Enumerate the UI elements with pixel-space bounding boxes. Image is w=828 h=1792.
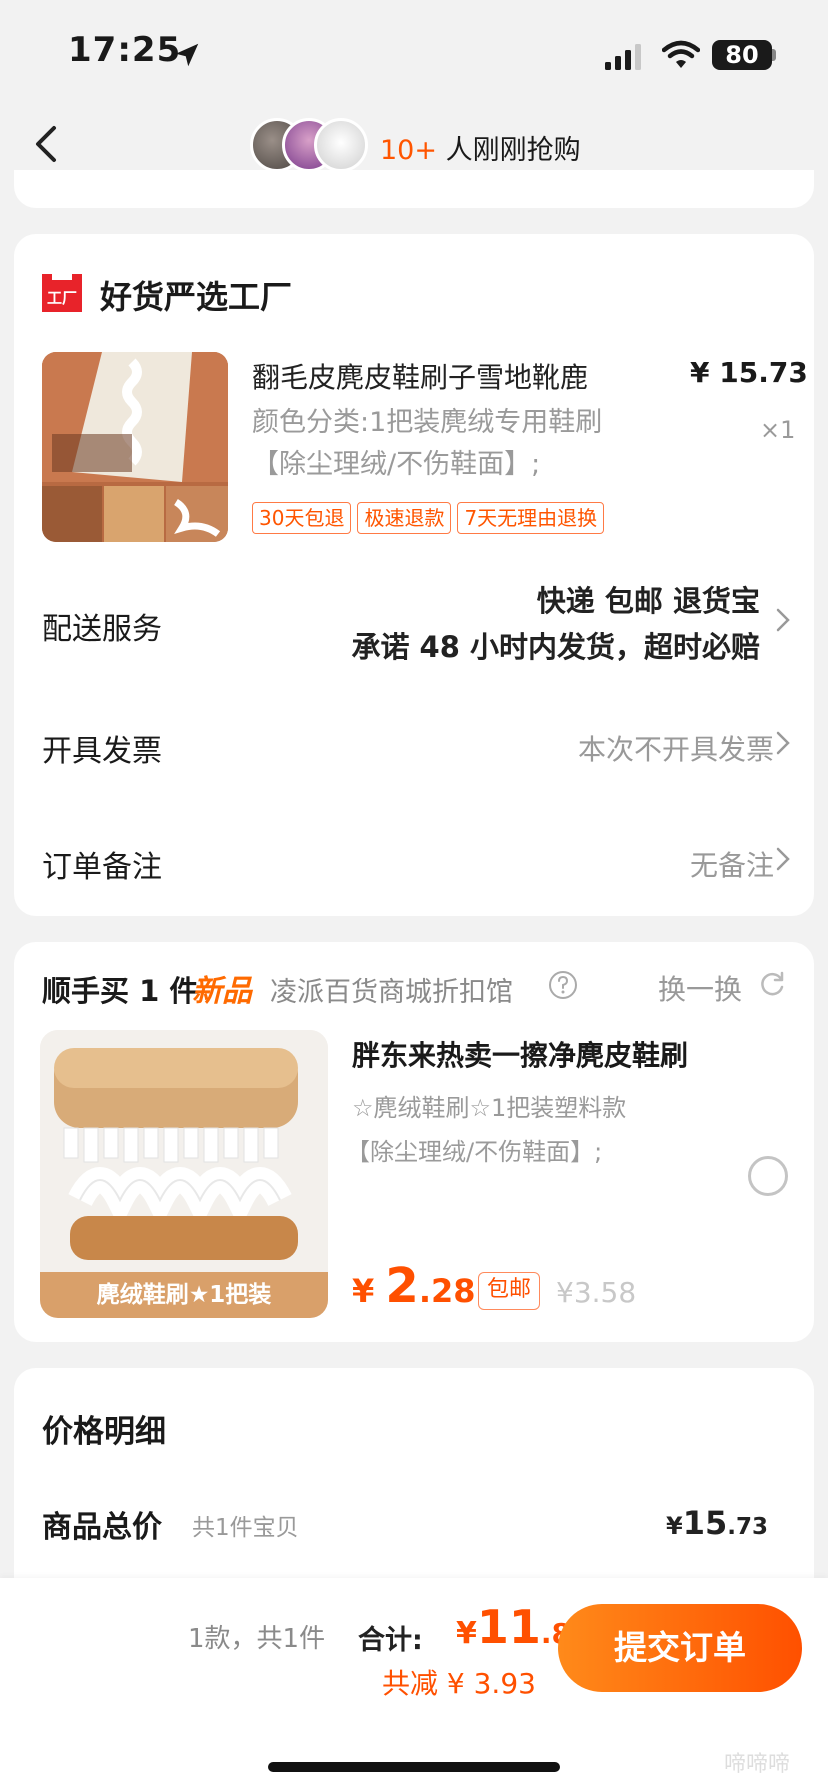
chevron-right-icon[interactable] <box>776 731 790 755</box>
factory-logo-text: 工厂 <box>47 289 77 307</box>
product-quantity: ×1 <box>760 416 796 444</box>
addon-price-currency: ¥ <box>352 1272 386 1310</box>
tag-fast-refund: 极速退款 <box>357 502 452 534</box>
service-tags: 30天包退 极速退款 7天无理由退换 <box>252 502 610 534</box>
buyers-label: 人刚刚抢购 <box>436 135 581 166</box>
goods-integer: 15 <box>682 1504 728 1542</box>
product-image[interactable] <box>42 352 228 542</box>
addon-product-image[interactable]: 麂绒鞋刷★1把装 <box>40 1030 328 1318</box>
total-integer: 11 <box>476 1600 541 1654</box>
tag-7day-exchange: 7天无理由退换 <box>457 502 605 534</box>
help-icon[interactable] <box>548 970 578 1000</box>
refresh-icon[interactable] <box>758 970 786 998</box>
item-count-summary: 1款，共1件 <box>188 1624 326 1654</box>
chevron-right-icon[interactable] <box>776 608 790 632</box>
status-time: 17:25 <box>68 30 182 70</box>
buyers-count: 10+ <box>380 135 437 166</box>
total-currency: ¥ <box>456 1616 477 1651</box>
wooden-brush-image <box>40 1030 328 1272</box>
total-discount[interactable]: 共减 ¥ 3.93 <box>382 1662 536 1702</box>
previous-card-edge <box>14 170 814 208</box>
goods-total-label: 商品总价 <box>42 1510 162 1545</box>
goods-total-amount: ¥15.73 <box>666 1504 768 1542</box>
home-indicator[interactable] <box>268 1762 560 1772</box>
free-shipping-badge: 包邮 <box>478 1272 541 1310</box>
order-card <box>14 234 814 916</box>
invoice-label: 开具发票 <box>42 734 162 769</box>
goods-currency: ¥ <box>666 1512 683 1540</box>
delivery-info[interactable]: 快递 包邮 退货宝 <box>537 578 760 620</box>
addon-title: 顺手买 1 件 <box>42 974 199 1008</box>
recent-buyer-avatars <box>250 118 370 174</box>
delivery-promise[interactable]: 承诺 48 小时内发货，超时必赔 <box>351 624 760 666</box>
battery-indicator: 80 <box>712 40 772 70</box>
new-badge: 新品 <box>192 974 252 1009</box>
back-chevron-icon[interactable] <box>28 122 64 166</box>
cellular-signal-icon <box>605 44 641 70</box>
addon-price-integer: 2 <box>385 1258 419 1314</box>
shop-name[interactable]: 好货严选工厂 <box>100 272 292 318</box>
product-price: ¥ 15.73 <box>690 356 808 389</box>
price-detail-title: 价格明细 <box>42 1414 166 1450</box>
delivery-label: 配送服务 <box>42 612 162 647</box>
wifi-icon <box>662 40 700 68</box>
addon-price-decimal: .28 <box>418 1272 476 1310</box>
addon-image-label: 麂绒鞋刷★1把装 <box>40 1272 328 1318</box>
factory-logo-icon: 工厂 <box>42 274 82 312</box>
submit-order-button[interactable]: 提交订单 <box>558 1604 802 1692</box>
addon-shop-name: 凌派百货商城折扣馆 <box>270 977 513 1008</box>
battery-tip <box>772 49 776 61</box>
addon-spec: ☆麂绒鞋刷☆1把装塑料款 <box>352 1094 627 1122</box>
addon-price: ¥ 2.28 <box>352 1258 476 1314</box>
addon-select-radio[interactable] <box>748 1156 788 1196</box>
total-label: 合计: <box>358 1625 423 1656</box>
product-title[interactable]: 翻毛皮麂皮鞋刷子雪地靴鹿 <box>252 356 588 396</box>
addon-original-price: ¥3.58 <box>556 1276 637 1309</box>
suede-brush-image <box>42 352 228 542</box>
chevron-right-icon[interactable] <box>776 847 790 871</box>
location-arrow-icon <box>175 43 199 67</box>
goods-decimal: .73 <box>727 1514 768 1540</box>
recent-buyers-text: 10+ 人刚刚抢购 <box>380 128 581 167</box>
invoice-value[interactable]: 本次不开具发票 <box>578 728 774 768</box>
product-spec[interactable]: 颜色分类:1把装麂绒专用鞋刷【除尘理绒/不伤鞋面】; <box>252 402 632 486</box>
avatar <box>314 118 368 172</box>
order-note-value[interactable]: 无备注 <box>690 844 774 884</box>
order-note-label: 订单备注 <box>42 850 162 885</box>
watermark: 啼啼啼 <box>724 1752 791 1777</box>
addon-spec-detail: 【除尘理绒/不伤鞋面】; <box>346 1138 603 1166</box>
tag-30day-return: 30天包退 <box>252 502 352 534</box>
goods-count: 共1件宝贝 <box>192 1515 299 1541</box>
addon-product-name[interactable]: 胖东来热卖一擦净麂皮鞋刷 <box>352 1034 688 1074</box>
swap-button[interactable]: 换一换 <box>658 968 742 1008</box>
